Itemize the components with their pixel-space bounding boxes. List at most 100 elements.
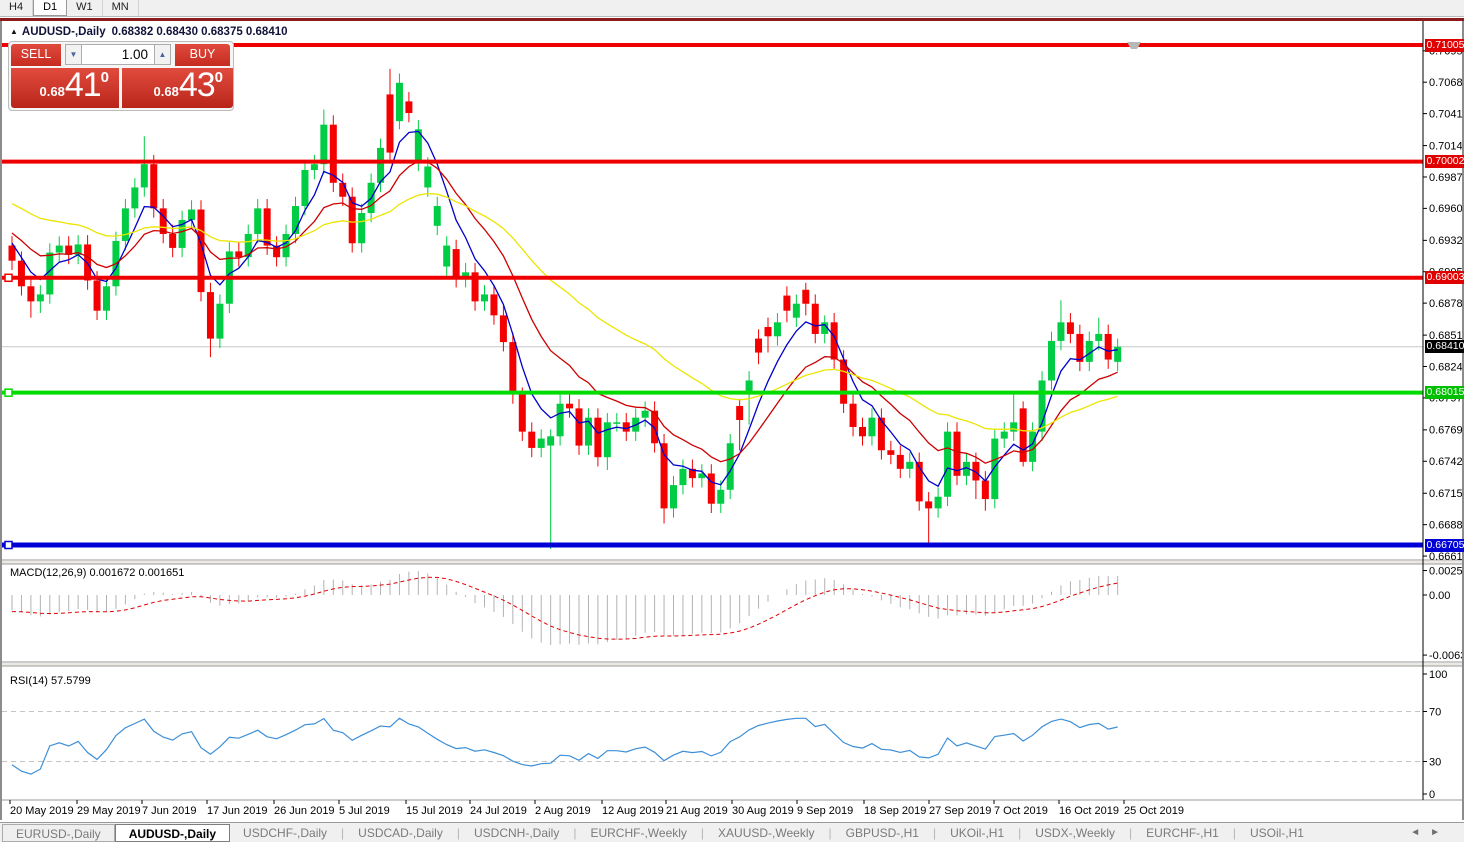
rsi-axis-label: 70 [1429, 706, 1441, 718]
chart-ohlc-values: 0.68382 0.68430 0.68375 0.68410 [112, 26, 288, 38]
date-axis-label: 12 Aug 2019 [602, 805, 664, 817]
macd-axis-label: 0.002574 [1429, 565, 1462, 577]
sell-price-tile[interactable]: 0.68410 [11, 68, 119, 108]
price-axis-label: 0.67695 [1429, 425, 1462, 437]
rsi-panel [2, 712, 1423, 775]
level-badge-0.70002: 0.70002 [1425, 155, 1464, 168]
price-axis-label: 0.67150 [1429, 488, 1462, 500]
price-axis-label: 0.67425 [1429, 456, 1462, 468]
terminal-window: H4D1W1MN 0.709550.706850.704150.701400.6… [0, 0, 1464, 842]
current-price-badge: 0.68410 [1425, 340, 1464, 353]
price-axis-label: 0.66610 [1429, 551, 1462, 563]
date-axis-label: 20 May 2019 [10, 805, 74, 817]
volume-input[interactable] [82, 44, 154, 65]
tab-scroll-buttons[interactable]: ◄► [1410, 827, 1450, 838]
symbol-tab-usdxweekly[interactable]: USDX-,Weekly [1022, 824, 1128, 842]
buy-price-pips: 43 [179, 66, 215, 104]
rsi-axis-label: 0 [1429, 789, 1435, 801]
timeframe-button-mn[interactable]: MN [103, 0, 139, 16]
timeframe-toolbar: H4D1W1MN [0, 0, 1464, 17]
sell-price-prefix: 0.68 [40, 84, 65, 99]
sell-price-point: 0 [101, 69, 109, 86]
buy-button[interactable]: BUY [175, 44, 230, 66]
date-axis-label: 27 Sep 2019 [929, 805, 991, 817]
buy-price-tile[interactable]: 0.68430 [122, 68, 233, 108]
macd-panel [12, 571, 1118, 645]
level-badge-0.69003: 0.69003 [1425, 271, 1464, 284]
buy-price-prefix: 0.68 [154, 84, 179, 99]
date-axis-label: 29 May 2019 [77, 805, 141, 817]
timeframe-button-h4[interactable]: H4 [0, 0, 33, 16]
price-axis-label: 0.70685 [1429, 77, 1462, 89]
one-click-trade-panel: SELL ▼ ▲ BUY 0.68410 0.68430 [8, 41, 234, 111]
date-axis-label: 30 Aug 2019 [732, 805, 794, 817]
symbol-tab-usdcnhdaily[interactable]: USDCNH-,Daily [461, 824, 572, 842]
price-axis-label: 0.69325 [1429, 235, 1462, 247]
level-badge-0.71005: 0.71005 [1425, 39, 1464, 52]
symbol-tab-usdchfdaily[interactable]: USDCHF-,Daily [230, 824, 340, 842]
macd-axis-label: -0.006326 [1429, 650, 1462, 662]
timeframe-button-w1[interactable]: W1 [67, 0, 103, 16]
price-axis-label: 0.70415 [1429, 108, 1462, 120]
rsi-value: 57.5799 [51, 675, 91, 687]
macd-label: MACD(12,26,9) 0.001672 0.001651 [10, 567, 184, 579]
rsi-axis-label: 100 [1429, 669, 1447, 681]
price-axis-label: 0.69600 [1429, 203, 1462, 215]
rsi-line [12, 718, 1118, 774]
scroll-left-icon: ◄ [1410, 827, 1430, 838]
symbol-tab-eurchfweekly[interactable]: EURCHF-,Weekly [577, 824, 699, 842]
chart-symbol-label: AUDUSD-,Daily [22, 26, 106, 38]
rsi-label: RSI(14) 57.5799 [10, 675, 91, 687]
sell-button[interactable]: SELL [11, 44, 61, 66]
date-axis-label: 5 Jul 2019 [339, 805, 390, 817]
date-axis-label: 21 Aug 2019 [666, 805, 728, 817]
sell-price-pips: 41 [65, 66, 101, 104]
price-axis-label: 0.68240 [1429, 361, 1462, 373]
hline-handle [5, 274, 12, 281]
price-chart[interactable]: 0.709550.706850.704150.701400.698700.696… [2, 21, 1462, 820]
symbol-tab-gbpusdh1[interactable]: GBPUSD-,H1 [833, 824, 932, 842]
timeframe-button-d1[interactable]: D1 [33, 0, 67, 16]
macd-value: 0.001672 [89, 567, 135, 579]
date-axis-label: 9 Sep 2019 [797, 805, 853, 817]
price-axis-label: 0.70140 [1429, 140, 1462, 152]
symbol-tab-bar: EURUSD-,DailyAUDUSD-,DailyUSDCHF-,Daily|… [0, 822, 1464, 842]
hline-handle [5, 389, 12, 396]
symbol-tab-ukoilh1[interactable]: UKOil-,H1 [937, 824, 1017, 842]
symbol-tab-eurchfh1[interactable]: EURCHF-,H1 [1133, 824, 1232, 842]
macd-axis-label: 0.00 [1429, 590, 1450, 602]
symbol-tab-audusddaily[interactable]: AUDUSD-,Daily [115, 824, 230, 842]
macd-signal-line [12, 577, 1118, 639]
symbol-tab-eurusddaily[interactable]: EURUSD-,Daily [2, 824, 115, 842]
date-axis-label: 17 Jun 2019 [207, 805, 268, 817]
date-axis-label: 26 Jun 2019 [274, 805, 335, 817]
date-axis-label: 7 Jun 2019 [142, 805, 196, 817]
macd-signal-value: 0.001651 [138, 567, 184, 579]
collapse-triangle-icon[interactable]: ▲ [10, 27, 18, 36]
rsi-axis-label: 30 [1429, 756, 1441, 768]
volume-decrease-button[interactable]: ▼ [65, 44, 82, 65]
scroll-right-icon: ► [1430, 827, 1450, 838]
date-axis-label: 25 Oct 2019 [1124, 805, 1184, 817]
chevron-down-icon: ▼ [70, 50, 78, 59]
volume-increase-button[interactable]: ▲ [154, 44, 171, 65]
date-axis-label: 15 Jul 2019 [406, 805, 463, 817]
chart-title: ▲ AUDUSD-,Daily 0.68382 0.68430 0.68375 0.… [10, 26, 288, 38]
symbol-tab-xauusdweekly[interactable]: XAUUSD-,Weekly [705, 824, 827, 842]
level-badge-0.68015: 0.68015 [1425, 386, 1464, 399]
date-axis-label: 7 Oct 2019 [994, 805, 1048, 817]
chevron-up-icon: ▲ [159, 50, 167, 59]
price-axis-label: 0.66880 [1429, 519, 1462, 531]
date-axis-label: 24 Jul 2019 [470, 805, 527, 817]
symbol-tab-usoilh1[interactable]: USOil-,H1 [1237, 824, 1317, 842]
date-axis-label: 16 Oct 2019 [1059, 805, 1119, 817]
hline-handle [5, 542, 12, 549]
price-axis-label: 0.69870 [1429, 172, 1462, 184]
date-axis-label: 18 Sep 2019 [864, 805, 926, 817]
price-axis-label: 0.68785 [1429, 298, 1462, 310]
date-axis-label: 2 Aug 2019 [535, 805, 591, 817]
chart-window[interactable]: 0.709550.706850.704150.701400.698700.696… [0, 21, 1464, 820]
buy-price-point: 0 [215, 69, 223, 86]
symbol-tab-usdcaddaily[interactable]: USDCAD-,Daily [345, 824, 456, 842]
level-badge-0.66705: 0.66705 [1425, 539, 1464, 552]
